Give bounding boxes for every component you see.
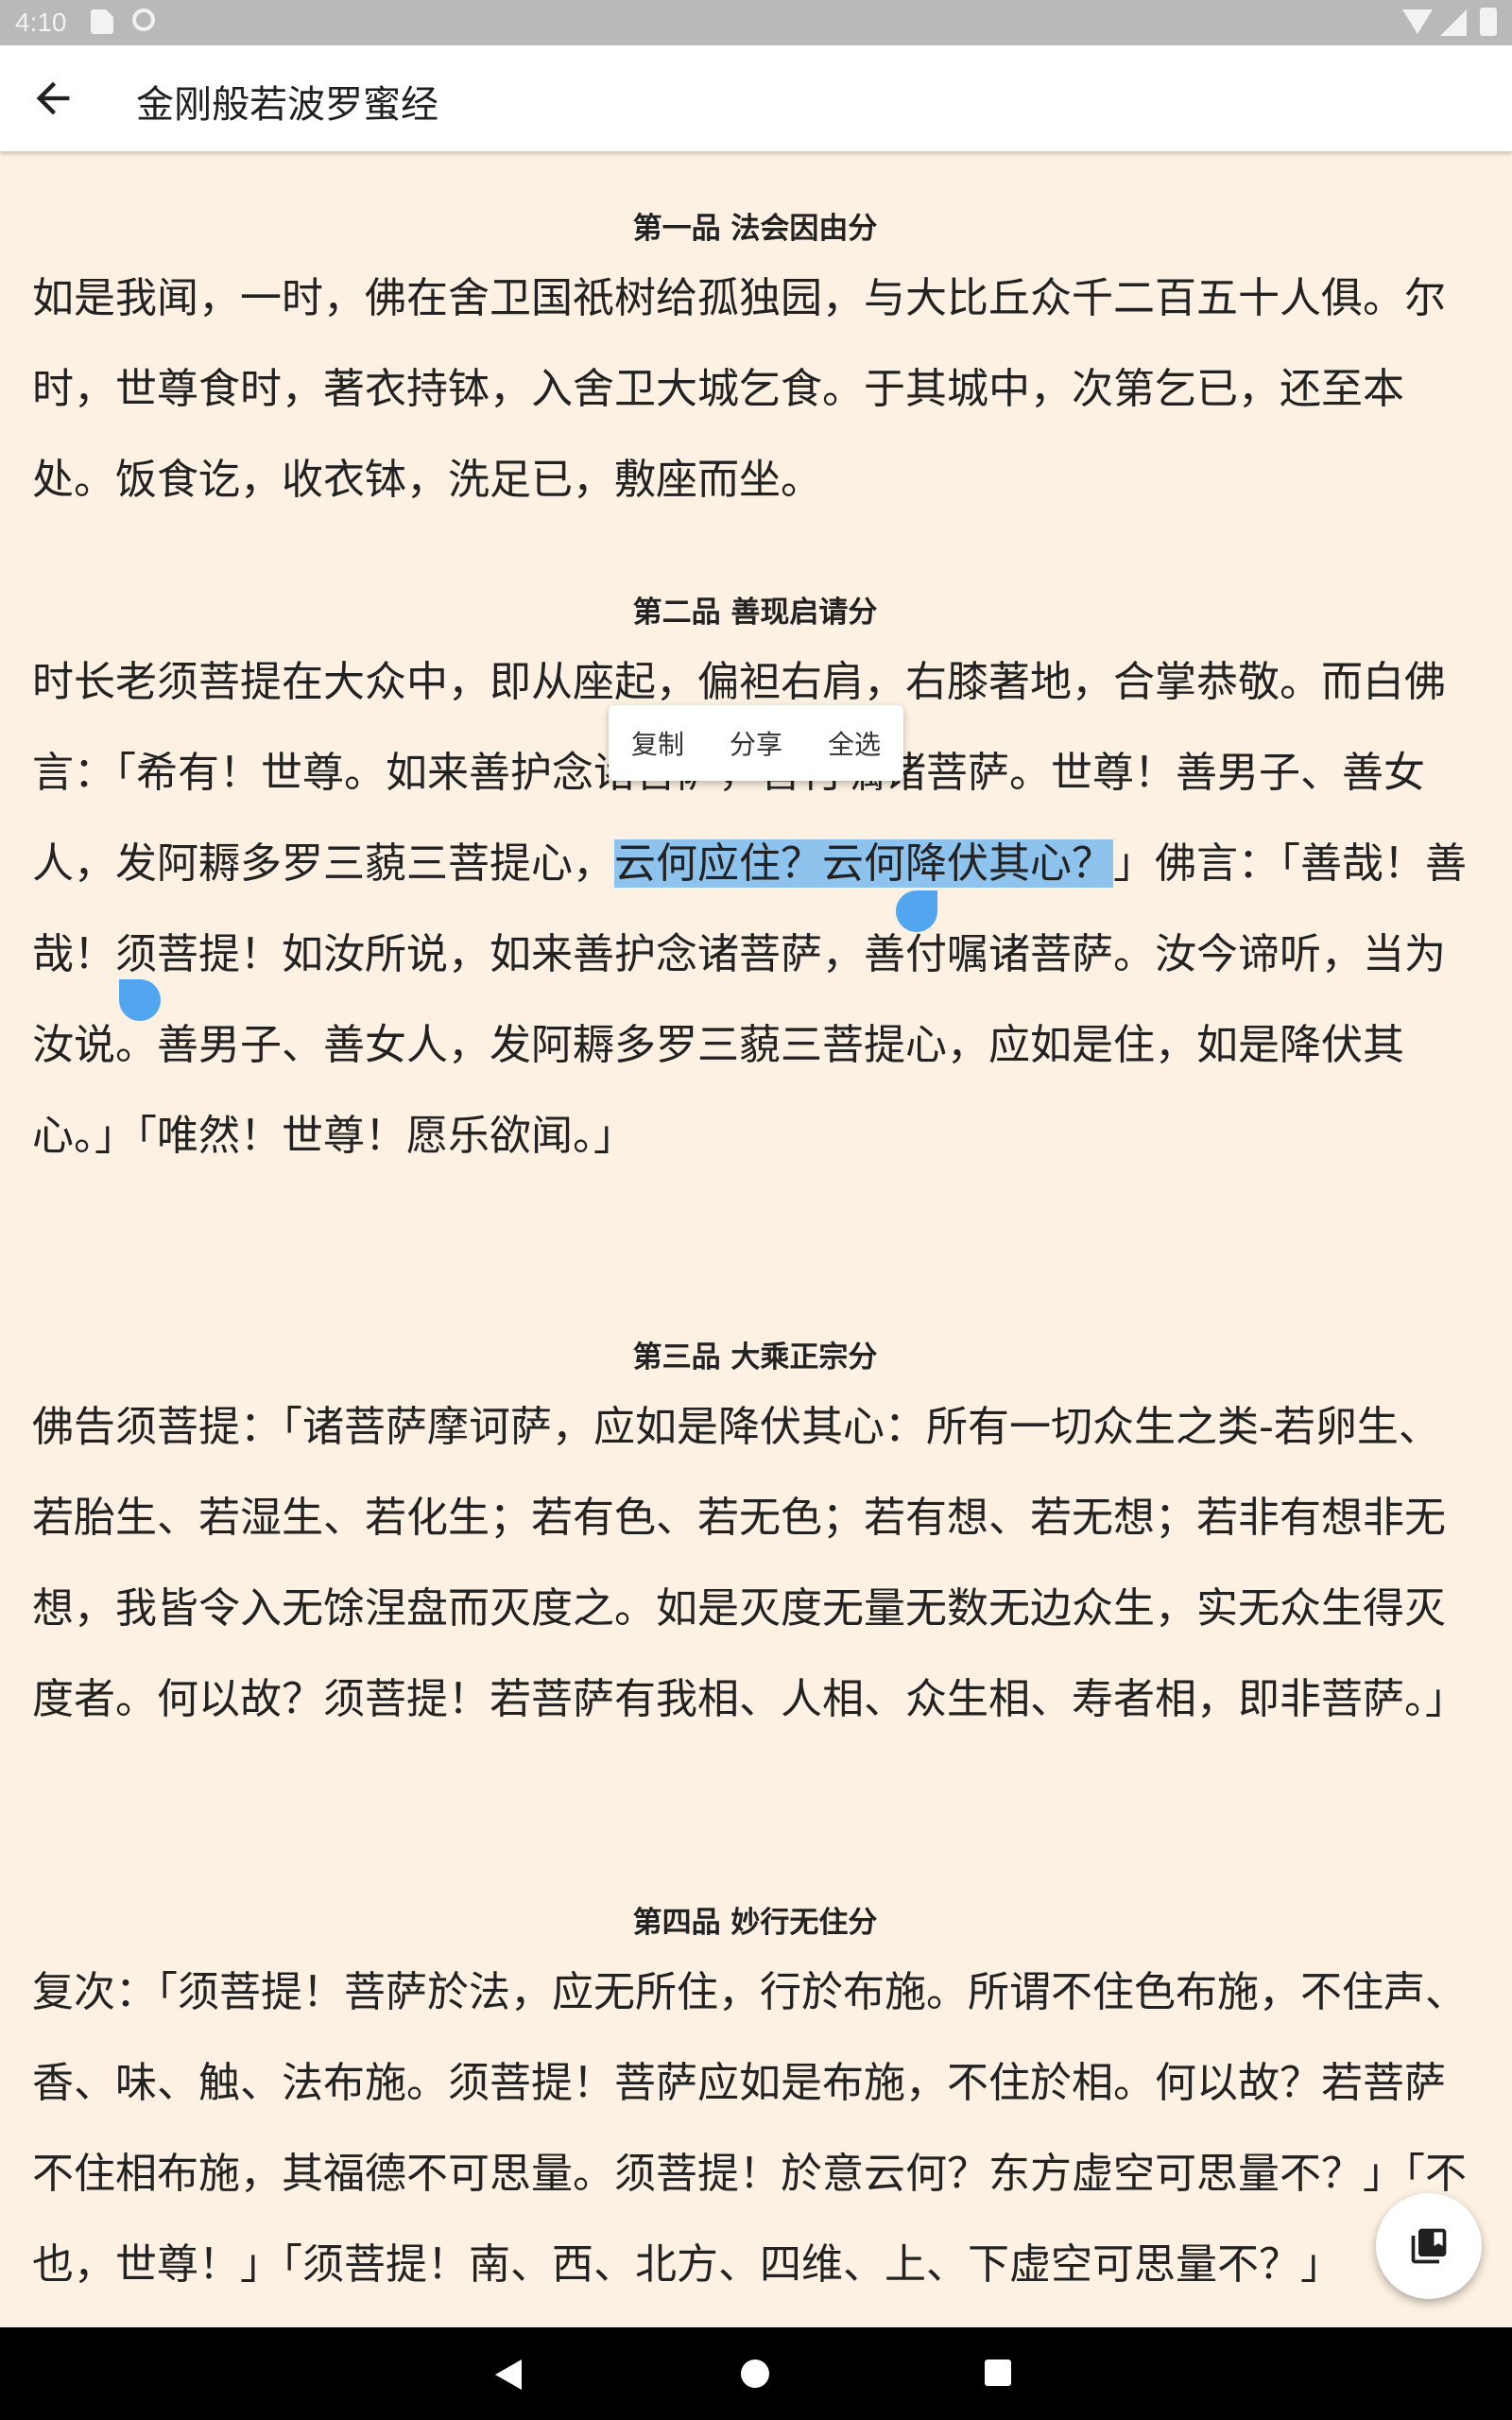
chapter-text[interactable]: 佛告须菩提：「诸菩萨摩诃萨，应如是降伏其心：所有一切众生之类-若卵生、若胎生、若… — [32, 1382, 1478, 1745]
bookmarks-icon — [1411, 2228, 1447, 2264]
selection-end-handle[interactable] — [119, 979, 161, 1021]
chapter-title: 第一品 法会因由分 — [632, 212, 878, 246]
share-button[interactable]: 分享 — [720, 717, 792, 769]
chapter-title: 第二品 善现启请分 — [632, 596, 878, 630]
status-time: 4:10 — [15, 8, 67, 37]
chapter-1: 第一品 法会因由分 如是我闻，一时，佛在舍卫国祇树给孤独园，与大比丘众千二百五十… — [32, 206, 1478, 526]
wifi-icon — [1402, 9, 1433, 34]
copy-button[interactable]: 复制 — [622, 717, 694, 769]
app-bar: 金刚般若波罗蜜经 — [0, 45, 1512, 151]
select-all-button[interactable]: 全选 — [818, 717, 890, 769]
chapter-title: 第四品 妙行无住分 — [632, 1906, 878, 1940]
page-title: 金刚般若波罗蜜经 — [136, 83, 438, 127]
chapter-4: 第四品 妙行无住分 复次：「须菩提！菩萨於法，应无所住，行於布施。所谓不住色布施… — [32, 1900, 1478, 2310]
signal-icon — [1440, 9, 1467, 36]
system-nav-bar — [0, 2327, 1512, 2420]
bookmarks-button[interactable] — [1376, 2193, 1482, 2299]
nav-recents-icon[interactable] — [985, 2360, 1011, 2386]
sync-icon — [132, 9, 155, 31]
chapter-text[interactable]: 复次：「须菩提！菩萨於法，应无所住，行於布施。所谓不住色布施，不住声、香、味、触… — [32, 1947, 1478, 2310]
status-bar: 4:10 — [0, 0, 1512, 45]
selection-start-handle[interactable] — [896, 890, 937, 932]
sd-card-icon — [91, 9, 113, 34]
battery-icon — [1480, 8, 1497, 36]
chapter-2: 第二品 善现启请分 时长老须菩提在大众中，即从座起，偏袒右肩，右膝著地，合掌恭敬… — [32, 590, 1478, 1182]
chapter-3: 第三品 大乘正宗分 佛告须菩提：「诸菩萨摩诃萨，应如是降伏其心：所有一切众生之类… — [32, 1335, 1478, 1745]
text-selection-toolbar: 复制 分享 全选 — [609, 705, 903, 781]
selected-text[interactable]: 云何应住？云何降伏其心？ — [614, 839, 1113, 888]
nav-back-icon[interactable] — [495, 2360, 522, 2390]
chapter-text[interactable]: 如是我闻，一时，佛在舍卫国祇树给孤独园，与大比丘众千二百五十人俱。尔时，世尊食时… — [32, 253, 1478, 526]
chapter-title: 第三品 大乘正宗分 — [632, 1340, 878, 1374]
nav-home-icon[interactable] — [741, 2360, 769, 2388]
arrow-back-icon[interactable] — [28, 74, 77, 123]
